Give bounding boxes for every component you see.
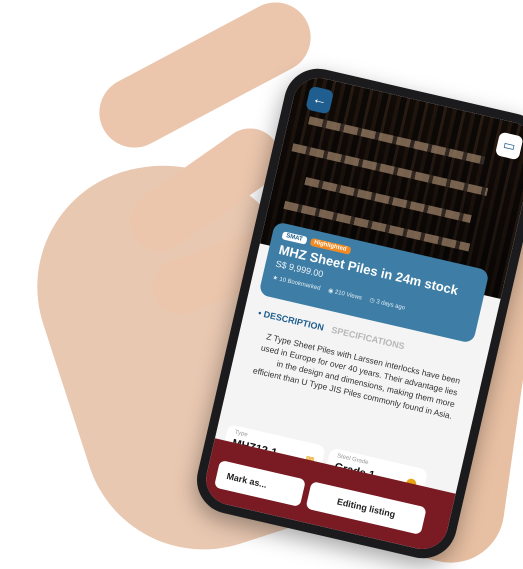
chat-icon: ▭ bbox=[501, 136, 518, 155]
scene: ← ▭ SMAT Highlighted MHZ Sheet Piles in … bbox=[0, 0, 523, 569]
chat-button[interactable]: ▭ bbox=[494, 131, 523, 161]
posted-time-text: 3 days ago bbox=[375, 299, 406, 312]
tab-description-label: DESCRIPTION bbox=[262, 309, 325, 333]
bookmark-count-text: 10 Bookmarked bbox=[278, 276, 321, 293]
edit-listing-button[interactable]: Editing listing bbox=[305, 481, 427, 535]
mark-as-button[interactable]: Mark as... bbox=[213, 459, 306, 508]
view-count: ◉ 210 Views bbox=[327, 287, 363, 302]
description-text: Z Type Sheet Piles with Larssen interloc… bbox=[252, 331, 462, 421]
view-count-text: 210 Views bbox=[334, 289, 363, 302]
tab-description[interactable]: • DESCRIPTION bbox=[257, 308, 325, 333]
arrow-left-icon: ← bbox=[310, 89, 330, 110]
posted-time: ◷ 3 days ago bbox=[368, 297, 406, 312]
